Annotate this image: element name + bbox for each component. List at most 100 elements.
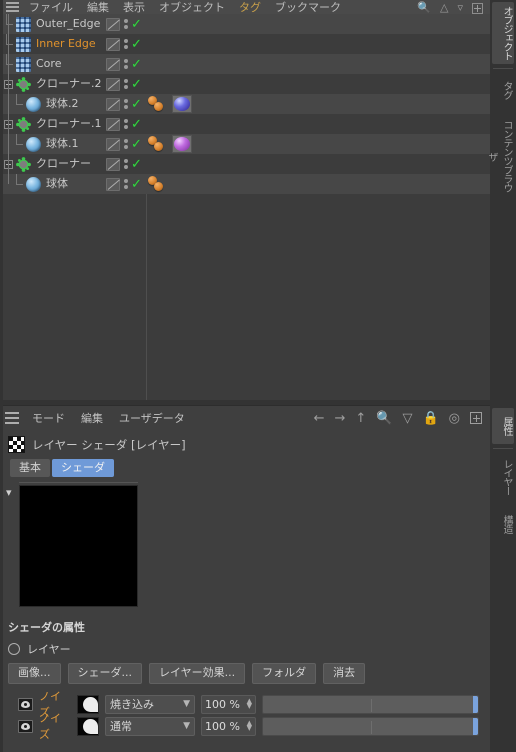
shader-preview-swatch[interactable] — [19, 485, 138, 607]
attr-menu-userdata[interactable]: ユーザデータ — [111, 410, 193, 426]
mograph-tag-icon[interactable] — [148, 94, 170, 114]
tag-cell[interactable]: ✓ — [106, 74, 142, 94]
display-tag-icon[interactable] — [106, 17, 120, 31]
add-icon[interactable] — [472, 3, 483, 14]
blend-mode-select[interactable]: 焼き込み ▼ — [105, 694, 195, 714]
search-icon[interactable]: 🔍 — [376, 411, 392, 426]
mograph-tag-icon[interactable] — [148, 134, 170, 154]
slider-handle[interactable] — [473, 695, 478, 713]
visibility-dots-icon[interactable] — [123, 78, 128, 91]
tag-cell[interactable]: ✓ — [106, 134, 142, 154]
tag-cell[interactable]: ✓ — [106, 34, 142, 54]
material-tag-cell[interactable] — [148, 94, 192, 114]
display-tag-icon[interactable] — [106, 37, 120, 51]
display-tag-icon[interactable] — [106, 117, 120, 131]
folder-button[interactable]: フォルダ — [252, 663, 317, 684]
visibility-dots-icon[interactable] — [123, 58, 128, 71]
tab-structure[interactable]: 構造 — [492, 506, 514, 542]
tag-cell[interactable]: ✓ — [106, 94, 142, 114]
table-row[interactable]: Outer_Edge ✓ — [0, 14, 490, 34]
material-tag-cell[interactable] — [148, 174, 170, 194]
display-tag-icon[interactable] — [106, 177, 120, 191]
tag-cell[interactable]: ✓ — [106, 114, 142, 134]
up-arrow-icon[interactable]: ↑ — [355, 411, 366, 426]
tab-shader[interactable]: シェーダ — [52, 459, 114, 477]
tag-cell[interactable]: ✓ — [106, 174, 142, 194]
filter-icon[interactable]: △ — [440, 2, 448, 14]
menu-item-tag[interactable]: タグ — [232, 1, 268, 14]
display-tag-icon[interactable] — [106, 77, 120, 91]
search-icon[interactable]: 🔍 — [417, 2, 431, 14]
object-name-cell[interactable]: 球体 — [0, 174, 104, 194]
enabled-check-icon[interactable]: ✓ — [131, 58, 142, 71]
tab-content-browser[interactable]: コンテンツブラウザ — [486, 112, 514, 200]
menu-item-file[interactable]: ファイル — [22, 1, 80, 14]
stepper-icon[interactable]: ▲ ▼ — [247, 698, 252, 710]
visibility-dots-icon[interactable] — [123, 18, 128, 31]
visibility-dots-icon[interactable] — [123, 138, 128, 151]
clear-button[interactable]: 消去 — [323, 663, 366, 684]
tag-cell[interactable]: ✓ — [106, 154, 142, 174]
enabled-check-icon[interactable]: ✓ — [131, 18, 142, 31]
tab-layer[interactable]: レイヤー — [492, 452, 514, 502]
layer-option-row[interactable]: レイヤー — [0, 635, 490, 657]
visibility-dots-icon[interactable] — [123, 158, 128, 171]
mograph-tag-icon[interactable] — [148, 174, 170, 194]
visibility-dots-icon[interactable] — [123, 118, 128, 131]
target-icon[interactable]: ◎ — [449, 411, 460, 426]
add-icon[interactable] — [470, 412, 482, 424]
stepper-icon[interactable]: ▲ ▼ — [247, 720, 252, 732]
table-row[interactable]: Inner Edge ✓ — [0, 34, 490, 54]
enabled-check-icon[interactable]: ✓ — [131, 38, 142, 51]
object-name-cell[interactable]: クローナー.1 — [0, 114, 104, 134]
menu-item-view[interactable]: 表示 — [116, 1, 152, 14]
opacity-slider[interactable] — [262, 694, 479, 714]
eye-icon[interactable] — [18, 697, 33, 711]
object-name-cell[interactable]: 球体.1 — [0, 134, 104, 154]
chevron-down-icon[interactable]: ▾ — [6, 487, 12, 498]
opacity-slider[interactable] — [262, 716, 479, 736]
menu-icon[interactable] — [0, 406, 24, 431]
enabled-check-icon[interactable]: ✓ — [131, 118, 142, 131]
attr-menu-edit[interactable]: 編集 — [73, 410, 111, 426]
object-name-cell[interactable]: クローナー.2 — [0, 74, 104, 94]
object-name-cell[interactable]: クローナー — [0, 154, 104, 174]
enabled-check-icon[interactable]: ✓ — [131, 138, 142, 151]
list-item[interactable]: ノイズ 通常 ▼ 100 % ▲ ▼ — [0, 712, 490, 741]
table-row[interactable]: クローナー ✓ — [0, 154, 490, 174]
table-row[interactable]: 球体 ✓ — [0, 174, 490, 194]
table-row[interactable]: Core ✓ — [0, 54, 490, 74]
menu-item-bookmark[interactable]: ブックマーク — [268, 1, 348, 14]
tag-cell[interactable]: ✓ — [106, 14, 142, 34]
eye-icon[interactable] — [18, 719, 33, 733]
filter-icon[interactable]: ▽ — [402, 411, 412, 426]
display-tag-icon[interactable] — [106, 137, 120, 151]
object-name-cell[interactable]: Core — [0, 54, 104, 74]
image-button[interactable]: 画像... — [8, 663, 61, 684]
opacity-input[interactable]: 100 % ▲ ▼ — [201, 716, 256, 736]
blend-mode-select[interactable]: 通常 ▼ — [105, 716, 195, 736]
noise-thumbnail[interactable] — [77, 716, 99, 736]
tag-cell[interactable]: ✓ — [106, 54, 142, 74]
object-name-cell[interactable]: 球体.2 — [0, 94, 104, 114]
tab-basic[interactable]: 基本 — [10, 459, 50, 477]
display-tag-icon[interactable] — [106, 97, 120, 111]
display-tag-icon[interactable] — [106, 57, 120, 71]
attr-menu-mode[interactable]: モード — [24, 410, 73, 426]
menu-item-object[interactable]: オブジェクト — [152, 1, 232, 14]
radio-icon[interactable] — [8, 643, 20, 655]
object-manager[interactable]: Outer_Edge ✓ Inner Edge ✓ Core ✓ クローナー.2… — [0, 14, 490, 400]
shader-button[interactable]: シェーダ... — [67, 663, 142, 684]
material-swatch[interactable] — [172, 95, 192, 113]
enabled-check-icon[interactable]: ✓ — [131, 78, 142, 91]
back-arrow-icon[interactable]: ← — [314, 411, 325, 426]
enabled-check-icon[interactable]: ✓ — [131, 178, 142, 191]
lock-icon[interactable]: 🔒 — [422, 411, 438, 426]
material-tag-cell[interactable] — [148, 134, 192, 154]
table-row[interactable]: 球体.1 ✓ — [0, 134, 490, 154]
enabled-check-icon[interactable]: ✓ — [131, 98, 142, 111]
forward-arrow-icon[interactable]: → — [334, 411, 345, 426]
tab-object[interactable]: オブジェクト — [492, 2, 514, 64]
layer-effect-button[interactable]: レイヤー効果... — [149, 663, 246, 684]
funnel-icon[interactable]: ▿ — [457, 2, 463, 14]
